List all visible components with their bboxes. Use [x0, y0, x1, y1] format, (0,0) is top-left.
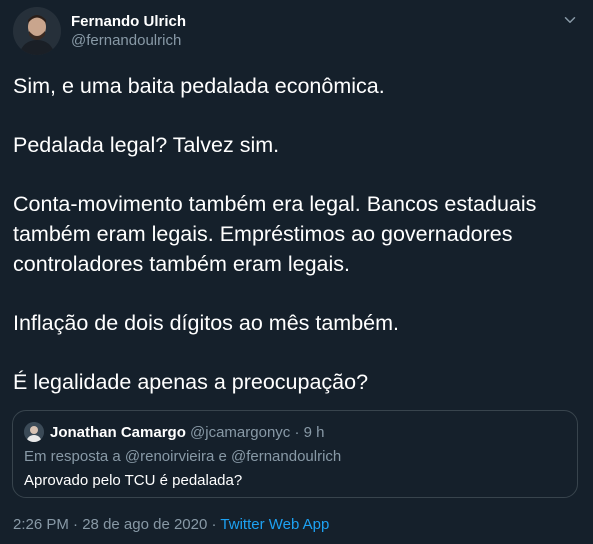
chevron-down-icon[interactable] — [561, 11, 579, 29]
tweet-paragraph: É legalidade apenas a preocupação? — [13, 370, 369, 394]
separator-dot: · — [73, 516, 79, 533]
avatar[interactable] — [13, 7, 61, 55]
author-handle[interactable]: @fernandoulrich — [71, 31, 186, 50]
quoted-header: Jonathan Camargo @jcamargonyc · 9 h — [50, 423, 325, 442]
quoted-text: Aprovado pelo TCU é pedalada? — [24, 472, 243, 489]
replying-to: Em resposta a @renoirvieira e @fernandou… — [24, 448, 342, 465]
tweet-card: Fernando Ulrich @fernandoulrich Sim, e u… — [0, 0, 593, 544]
tweet-text: Sim, e uma baita pedalada econômica. Ped… — [13, 71, 579, 426]
tweet-meta: 2:26 PM · 28 de ago de 2020 · Twitter We… — [13, 515, 329, 534]
tweet-paragraph: Conta-movimento também era legal. Bancos… — [13, 192, 537, 276]
author-name[interactable]: Fernando Ulrich — [71, 12, 186, 31]
tweet-paragraph: Inflação de dois dígitos ao mês também. — [13, 311, 400, 335]
tweet-date[interactable]: 28 de ago de 2020 — [82, 516, 207, 533]
quoted-tweet[interactable]: Jonathan Camargo @jcamargonyc · 9 h Em r… — [12, 410, 578, 498]
tweet-paragraph: Sim, e uma baita pedalada econômica. — [13, 74, 385, 98]
quoted-avatar[interactable] — [24, 422, 44, 442]
quoted-timestamp[interactable]: 9 h — [304, 424, 325, 441]
tweet-time[interactable]: 2:26 PM — [13, 516, 69, 533]
separator-dot: · — [211, 516, 217, 533]
quoted-author-name[interactable]: Jonathan Camargo — [50, 424, 186, 441]
tweet-paragraph: Pedalada legal? Talvez sim. — [13, 133, 280, 157]
quoted-author-handle[interactable]: @jcamargonyc — [190, 424, 290, 441]
tweet-header: Fernando Ulrich @fernandoulrich — [13, 7, 579, 55]
separator-dot: · — [294, 424, 300, 441]
tweet-source-link[interactable]: Twitter Web App — [220, 516, 329, 533]
author-info: Fernando Ulrich @fernandoulrich — [71, 12, 186, 50]
